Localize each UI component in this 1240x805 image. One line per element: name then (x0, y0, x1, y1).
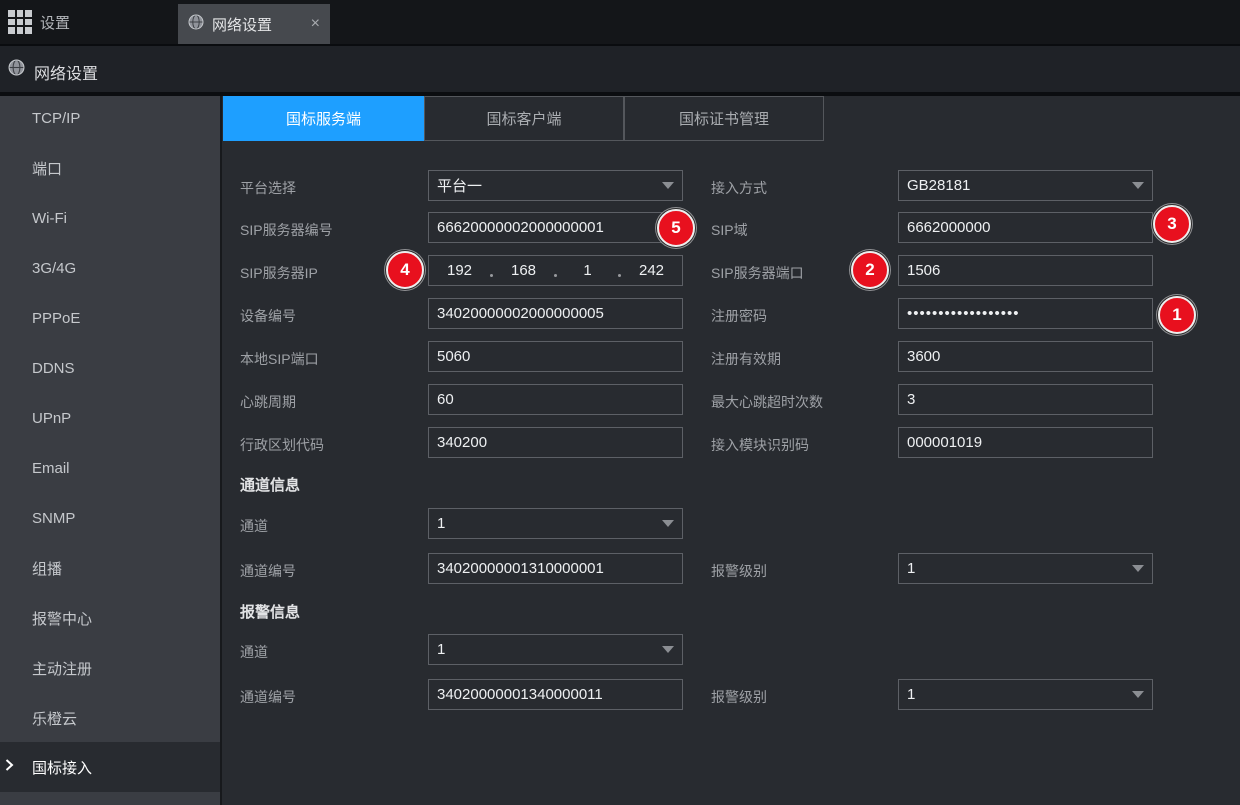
alarm-level-select-2[interactable]: 1 (898, 679, 1153, 710)
label-admin-division-code: 行政区划代码 (240, 435, 324, 455)
label-channel: 通道 (240, 516, 268, 536)
label-max-heartbeat-timeout: 最大心跳超时次数 (711, 392, 823, 412)
sip-server-ip-input[interactable]: 192 168 1 242 (428, 255, 683, 286)
sidebar-item-3g4g[interactable]: 3G/4G (0, 246, 220, 290)
tab-network-settings-label: 网络设置 (212, 14, 303, 35)
alarm-level-select[interactable]: 1 (898, 553, 1153, 584)
chevron-right-icon (5, 759, 14, 776)
label-sip-server-port: SIP服务器端口 (711, 263, 804, 283)
access-module-id-input[interactable] (898, 427, 1153, 458)
chevron-down-icon (662, 646, 674, 653)
tab-network-settings[interactable]: 网络设置 × (178, 4, 330, 44)
screen: 设置 网络设置 × 网络设置 TCP/IP 端口 Wi-Fi 3G/4G PPP… (0, 0, 1240, 805)
sidebar-item-auto-register[interactable]: 主动注册 (0, 646, 220, 690)
admin-division-code-input[interactable] (428, 427, 683, 458)
heartbeat-period-input[interactable] (428, 384, 683, 415)
device-id-input[interactable] (428, 298, 683, 329)
sidebar-item-pppoe[interactable]: PPPoE (0, 296, 220, 340)
section-alarm-info: 报警信息 (240, 601, 300, 622)
step-badge-1: 1 (1158, 296, 1196, 334)
chevron-down-icon (662, 182, 674, 189)
tab-gb-client[interactable]: 国标客户端 (424, 96, 624, 141)
label-sip-server-id: SIP服务器编号 (240, 220, 333, 240)
label-local-sip-port: 本地SIP端口 (240, 349, 319, 369)
sip-domain-input[interactable] (898, 212, 1153, 243)
close-icon[interactable]: × (311, 16, 320, 32)
window-tab-bar: 设置 网络设置 × (0, 0, 1240, 44)
label-register-password: 注册密码 (711, 306, 767, 326)
alarm-channel-id-input[interactable] (428, 679, 683, 710)
tab-settings-label: 设置 (40, 12, 70, 33)
sidebar-item-lechange[interactable]: 乐橙云 (0, 696, 220, 740)
apps-grid-icon[interactable] (8, 10, 32, 34)
label-alarm-channel: 通道 (240, 642, 268, 662)
globe-icon (188, 14, 204, 35)
alarm-channel-select[interactable]: 1 (428, 634, 683, 665)
local-sip-port-input[interactable] (428, 341, 683, 372)
label-sip-domain: SIP域 (711, 220, 748, 240)
step-badge-3: 3 (1153, 205, 1191, 243)
chevron-down-icon (1132, 182, 1144, 189)
sidebar-item-gb28181[interactable]: 国标接入 (0, 742, 220, 792)
sidebar-item-snmp[interactable]: SNMP (0, 496, 220, 540)
step-badge-5: 5 (657, 209, 695, 247)
label-register-valid-period: 注册有效期 (711, 349, 781, 369)
sidebar-item-alarm-center[interactable]: 报警中心 (0, 596, 220, 640)
chevron-down-icon (1132, 691, 1144, 698)
register-valid-period-input[interactable] (898, 341, 1153, 372)
tab-gb-cert-mgmt[interactable]: 国标证书管理 (624, 96, 824, 141)
page-header: 网络设置 (0, 46, 1240, 92)
step-badge-4: 4 (386, 251, 424, 289)
max-heartbeat-timeout-input[interactable] (898, 384, 1153, 415)
page-title: 网络设置 (34, 60, 98, 84)
label-alarm-level: 报警级别 (711, 561, 767, 581)
sidebar-item-upnp[interactable]: UPnP (0, 396, 220, 440)
globe-icon (8, 59, 25, 81)
label-alarm-level-2: 报警级别 (711, 687, 767, 707)
label-alarm-channel-id: 通道编号 (240, 687, 296, 707)
sidebar: TCP/IP 端口 Wi-Fi 3G/4G PPPoE DDNS UPnP Em… (0, 96, 220, 805)
chevron-down-icon (662, 520, 674, 527)
access-mode-select[interactable]: GB28181 (898, 170, 1153, 201)
tab-settings[interactable]: 设置 (40, 0, 70, 44)
sidebar-item-tcpip[interactable]: TCP/IP (0, 96, 220, 140)
sidebar-item-email[interactable]: Email (0, 446, 220, 490)
label-device-id: 设备编号 (240, 306, 296, 326)
label-heartbeat-period: 心跳周期 (240, 392, 296, 412)
sidebar-item-port[interactable]: 端口 (0, 146, 220, 190)
channel-id-input[interactable] (428, 553, 683, 584)
label-platform: 平台选择 (240, 178, 296, 198)
sip-server-id-input[interactable] (428, 212, 683, 243)
label-channel-id: 通道编号 (240, 561, 296, 581)
tab-gb-server[interactable]: 国标服务端 (223, 96, 424, 141)
sidebar-divider (220, 96, 222, 805)
platform-select[interactable]: 平台一 (428, 170, 683, 201)
step-badge-2: 2 (851, 251, 889, 289)
label-access-module-id: 接入模块识别码 (711, 435, 809, 455)
sidebar-item-ddns[interactable]: DDNS (0, 346, 220, 390)
sip-server-port-input[interactable] (898, 255, 1153, 286)
label-access-mode: 接入方式 (711, 178, 767, 198)
section-channel-info: 通道信息 (240, 474, 300, 495)
chevron-down-icon (1132, 565, 1144, 572)
sidebar-item-multicast[interactable]: 组播 (0, 546, 220, 590)
channel-select[interactable]: 1 (428, 508, 683, 539)
label-sip-server-ip: SIP服务器IP (240, 263, 318, 283)
sidebar-item-wifi[interactable]: Wi-Fi (0, 196, 220, 240)
register-password-input[interactable] (898, 298, 1153, 329)
